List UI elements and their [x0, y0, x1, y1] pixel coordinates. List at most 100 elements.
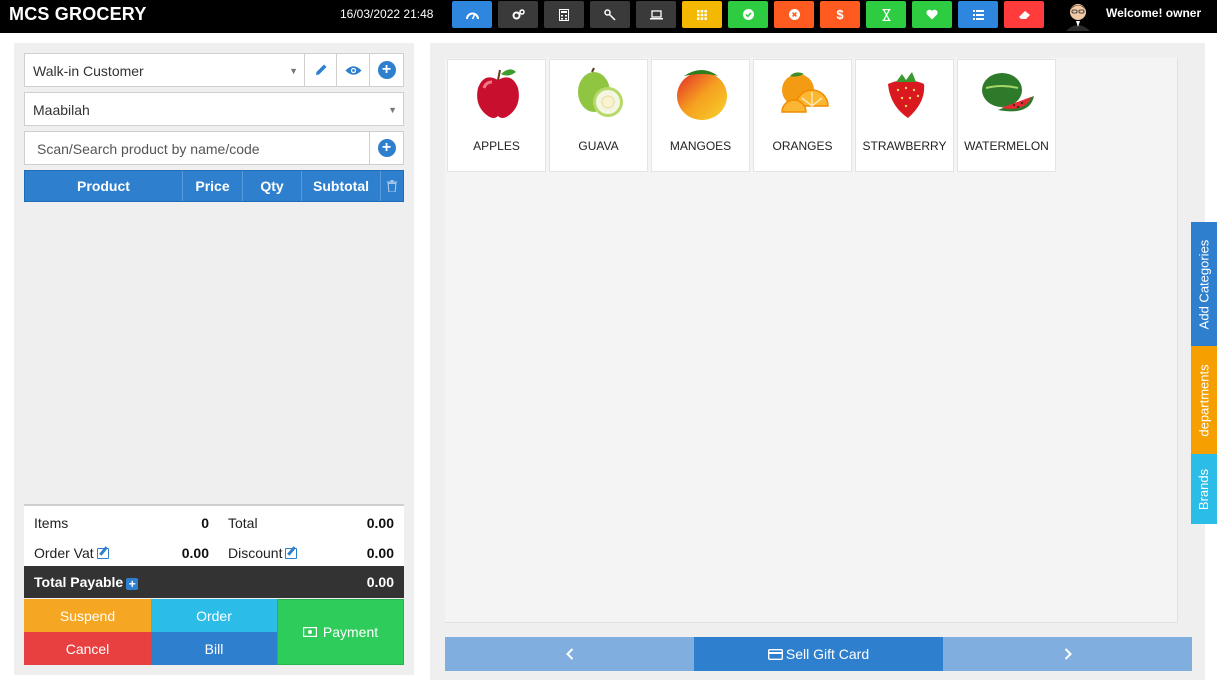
- register-details-button[interactable]: [728, 1, 768, 28]
- top-navbar: MCS GROCERY 16/03/2022 21:48 $ Welcome! …: [0, 0, 1217, 33]
- product-name: WATERMELON: [964, 139, 1049, 153]
- chevron-down-icon: ▼: [289, 66, 298, 76]
- order-vat-label: Order Vat: [34, 545, 109, 561]
- column-price: Price: [183, 171, 243, 201]
- total-value: 0.00: [366, 515, 394, 531]
- product-tile-mangoes[interactable]: MANGOES: [651, 59, 750, 172]
- payment-button[interactable]: Payment: [277, 599, 404, 665]
- cancel-button[interactable]: Cancel: [24, 632, 151, 665]
- suspended-sales-button[interactable]: [866, 1, 906, 28]
- product-tile-apples[interactable]: APPLES: [447, 59, 546, 172]
- product-search-input[interactable]: Scan/Search product by name/code: [24, 131, 370, 165]
- plus-circle-icon: +: [377, 139, 396, 157]
- brands-tab[interactable]: Brands: [1191, 454, 1217, 524]
- customer-select[interactable]: Walk-in Customer ▼: [24, 53, 305, 87]
- product-grid: APPLES GUAVA MANGOES ORANGES STRAWBERRY …: [445, 58, 1178, 623]
- order-button[interactable]: Order: [151, 599, 277, 632]
- grid-icon: [697, 9, 707, 20]
- items-label: Items: [34, 515, 69, 531]
- warehouse-select[interactable]: Maabilah ▼: [24, 92, 404, 126]
- guava-image: [578, 67, 623, 117]
- chevron-left-icon: [565, 648, 573, 660]
- edit-customer-button[interactable]: [304, 53, 337, 87]
- trash-icon: [387, 180, 397, 192]
- add-categories-label: Add Categories: [1196, 239, 1212, 329]
- product-name: MANGOES: [669, 139, 732, 153]
- product-tile-guava[interactable]: GUAVA: [549, 59, 648, 172]
- strawberry-image: [888, 72, 925, 118]
- watermelon-image: [982, 73, 1034, 112]
- total-payable-bar: Total Payable + 0.00: [24, 566, 404, 598]
- today-sales-button[interactable]: $: [820, 1, 860, 28]
- check-circle-icon: [742, 9, 754, 20]
- total-label: Total: [228, 515, 258, 531]
- settings-button[interactable]: [498, 1, 538, 28]
- departments-tab[interactable]: departments: [1191, 346, 1217, 454]
- total-payable-value: 0.00: [366, 574, 394, 590]
- key-icon: [604, 8, 616, 21]
- times-circle-icon: [788, 9, 800, 20]
- pencil-icon: [315, 64, 326, 75]
- view-customer-button[interactable]: [336, 53, 370, 87]
- list-icon: [972, 9, 984, 20]
- product-name: STRAWBERRY: [862, 139, 947, 153]
- user-avatar[interactable]: [1062, 1, 1094, 31]
- order-vat-value: 0.00: [181, 545, 209, 561]
- edit-order-vat-icon[interactable]: [96, 548, 109, 559]
- total-payable-label: Total Payable +: [34, 574, 139, 590]
- welcome-user-text[interactable]: Welcome! owner: [1106, 6, 1201, 20]
- total-payable-text: Total Payable: [34, 574, 124, 590]
- bill-button[interactable]: Bill: [151, 632, 277, 665]
- next-page-button[interactable]: [943, 637, 1192, 671]
- add-categories-tab[interactable]: Add Categories: [1191, 222, 1217, 346]
- app-title[interactable]: MCS GROCERY: [9, 4, 147, 25]
- clear-localstorage-button[interactable]: [1004, 1, 1044, 28]
- list-sales-button[interactable]: [958, 1, 998, 28]
- dollar-icon: $: [836, 7, 844, 22]
- add-customer-button[interactable]: +: [369, 53, 404, 87]
- eye-icon: [345, 65, 361, 75]
- product-name: APPLES: [473, 139, 520, 153]
- add-shipping-plus-icon[interactable]: +: [126, 578, 139, 590]
- product-search-placeholder: Scan/Search product by name/code: [37, 141, 260, 157]
- clear-cart-button[interactable]: [381, 171, 403, 201]
- column-subtotal: Subtotal: [302, 171, 381, 201]
- departments-label: departments: [1196, 363, 1212, 437]
- shortcuts-button[interactable]: [590, 1, 630, 28]
- warehouse-select-value: Maabilah: [33, 102, 90, 118]
- product-name: GUAVA: [578, 139, 619, 153]
- product-panel: APPLES GUAVA MANGOES ORANGES STRAWBERRY …: [430, 43, 1205, 680]
- product-pager: Sell Gift Card: [445, 637, 1192, 671]
- brands-label: Brands: [1196, 468, 1212, 510]
- edit-discount-icon[interactable]: [285, 548, 298, 559]
- calculator-button[interactable]: [544, 1, 584, 28]
- product-tile-strawberry[interactable]: STRAWBERRY: [855, 59, 954, 172]
- add-manual-product-button[interactable]: +: [369, 131, 404, 165]
- product-tile-watermelon[interactable]: WATERMELON: [957, 59, 1056, 172]
- payment-label: Payment: [322, 624, 379, 640]
- eraser-icon: [1018, 10, 1030, 19]
- mango-image: [677, 70, 727, 120]
- sell-gift-card-button[interactable]: Sell Gift Card: [694, 637, 943, 671]
- calculator-icon: [559, 8, 569, 21]
- close-register-button[interactable]: [774, 1, 814, 28]
- favorites-button[interactable]: [912, 1, 952, 28]
- product-tile-oranges[interactable]: ORANGES: [753, 59, 852, 172]
- suspend-button[interactable]: Suspend: [24, 599, 151, 632]
- pos-cart-panel: Walk-in Customer ▼ + Maabilah ▼ Scan/Sea…: [14, 43, 414, 675]
- column-qty: Qty: [243, 171, 302, 201]
- discount-text: Discount: [228, 545, 283, 561]
- customer-select-value: Walk-in Customer: [33, 63, 144, 79]
- plus-circle-icon: +: [377, 61, 396, 79]
- order-vat-text: Order Vat: [34, 545, 94, 561]
- dashboard-button[interactable]: [452, 1, 492, 28]
- settings-icon: [512, 9, 525, 20]
- previous-page-button[interactable]: [445, 637, 694, 671]
- categories-button[interactable]: [682, 1, 722, 28]
- column-product: Product: [25, 171, 183, 201]
- cart-totals: Items 0 Total 0.00 Order Vat 0.00 Discou…: [24, 504, 404, 566]
- customer-display-button[interactable]: [636, 1, 676, 28]
- discount-label: Discount: [228, 545, 298, 561]
- product-name: ORANGES: [772, 139, 833, 153]
- chevron-down-icon: ▼: [388, 105, 397, 115]
